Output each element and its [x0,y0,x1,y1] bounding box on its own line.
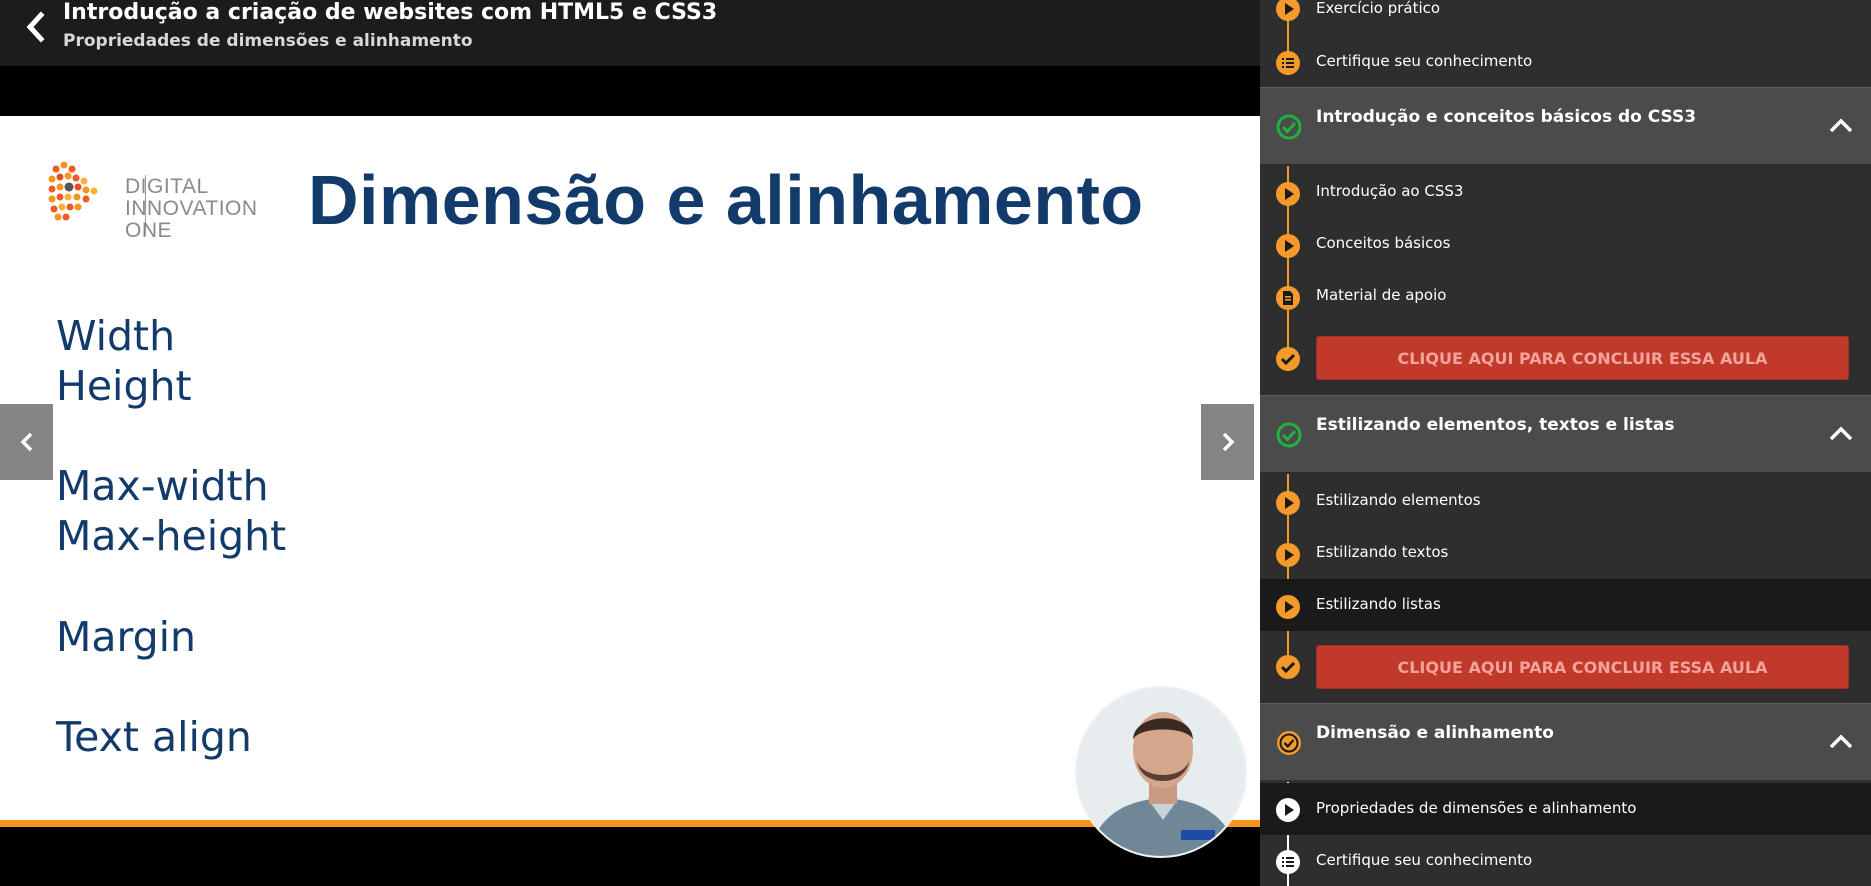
conclude-lesson-button[interactable]: CLIQUE AQUI PARA CONCLUIR ESSA AULA [1316,336,1849,380]
conclude-lesson-button[interactable]: CLIQUE AQUI PARA CONCLUIR ESSA AULA [1316,645,1849,689]
lesson-item-estilizando-listas[interactable]: Estilizando listas [1260,579,1871,631]
logo-wordmark: DIGITAL INNOVATION ONE [125,175,258,242]
property-max-width: Max-width [56,462,269,510]
lesson-item-estilizando-textos[interactable]: Estilizando textos [1260,527,1871,579]
chevron-up-icon [1829,118,1853,133]
property-text-align: Text align [56,713,252,761]
property-width: Width [56,312,176,360]
course-sidebar: Exercício prático Certifique seu conheci… [1260,0,1871,886]
lesson-item-certifique-2[interactable]: Certifique seu conhecimento [1260,835,1871,886]
section-introducao-css3[interactable]: Introdução e conceitos básicos do CSS3 [1260,87,1871,164]
quiz-list-icon [1276,850,1300,874]
play-icon [1276,798,1300,822]
completed-check-icon [1276,114,1302,140]
lesson-item-conceitos-basicos[interactable]: Conceitos básicos [1260,218,1871,270]
lesson-item-propriedades-dimensoes[interactable]: Propriedades de dimensões e alinhamento [1260,783,1871,835]
video-player: Introdução a criação de websites com HTM… [0,0,1260,886]
chevron-left-icon [20,432,32,452]
instructor-avatar-icon [1077,688,1245,856]
property-max-height: Max-height [56,512,287,560]
next-slide-button[interactable] [1201,404,1254,480]
instructor-webcam [1075,686,1247,858]
in-progress-check-icon [1277,731,1301,755]
slide: DIGITAL INNOVATION ONE Dimensão e alinha… [0,116,1260,827]
chevron-up-icon [1829,734,1853,749]
completed-check-icon [1276,422,1302,448]
chevron-up-icon [1829,426,1853,441]
lesson-item-estilizando-elementos[interactable]: Estilizando elementos [1260,475,1871,527]
logo-dots-icon [48,161,98,221]
course-title: Introdução a criação de websites com HTM… [63,0,718,25]
section-dimensao-alinhamento[interactable]: Dimensão e alinhamento [1260,703,1871,780]
player-header: Introdução a criação de websites com HTM… [0,0,1260,66]
quiz-list-icon [1276,51,1300,75]
chevron-right-icon [1222,432,1234,452]
document-icon [1276,286,1300,310]
lesson-item-certifique-1[interactable]: Certifique seu conhecimento [1260,36,1871,88]
chevron-left-icon [26,11,45,43]
property-height: Height [56,362,192,410]
property-margin: Margin [56,613,197,661]
lesson-item-material-apoio[interactable]: Material de apoio [1260,270,1871,322]
play-icon [1276,595,1300,619]
play-icon [1276,0,1300,21]
play-icon [1276,491,1300,515]
check-icon [1276,347,1300,371]
lesson-subtitle: Propriedades de dimensões e alinhamento [63,31,473,51]
previous-slide-button[interactable] [0,404,53,480]
slide-footer-line [0,820,1260,827]
digital-innovation-one-logo: DIGITAL INNOVATION ONE [48,159,268,242]
section-estilizando[interactable]: Estilizando elementos, textos e listas [1260,395,1871,472]
play-icon [1276,182,1300,206]
play-icon [1276,543,1300,567]
play-icon [1276,234,1300,258]
slide-title: Dimensão e alinhamento [308,161,1144,239]
lesson-item-exercicio-pratico[interactable]: Exercício prático [1260,0,1871,35]
back-button[interactable] [22,10,50,44]
check-icon [1276,655,1300,679]
lesson-item-introducao-css3[interactable]: Introdução ao CSS3 [1260,166,1871,218]
